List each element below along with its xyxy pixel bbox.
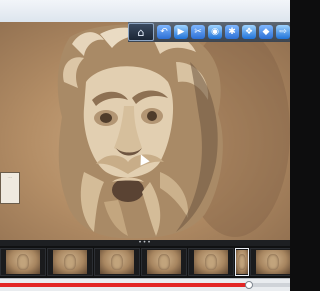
filmstrip — [0, 246, 290, 278]
export-icon[interactable]: ⇨ — [276, 23, 290, 41]
thumbnail[interactable] — [250, 248, 290, 276]
plaque-text: ····· — [7, 175, 13, 179]
photo-image — [57, 24, 290, 239]
thumbnail-active[interactable] — [235, 248, 249, 276]
thumbnail[interactable] — [0, 248, 46, 276]
crop-icon[interactable]: ✂ — [191, 23, 205, 41]
scrollbar-progress — [0, 283, 249, 287]
slideshow-icon[interactable]: ▶ — [174, 23, 188, 41]
camera-icon[interactable]: ⌂ — [128, 23, 154, 41]
filmstrip-scrollbar[interactable] — [0, 278, 290, 291]
thumbnail[interactable] — [47, 248, 93, 276]
editing-toolbar: ⌂ ↶ ▶ ✂ ◉ ✱ ❖ ◆ ⇨ — [128, 22, 290, 42]
thumbnail[interactable] — [188, 248, 234, 276]
scrollbar-thumb[interactable] — [245, 281, 253, 289]
share-icon[interactable]: ◆ — [259, 23, 273, 41]
thumbnail[interactable] — [94, 248, 140, 276]
thumbnail[interactable] — [141, 248, 187, 276]
window-top-strip — [0, 0, 290, 23]
rotate-icon[interactable]: ↶ — [157, 23, 171, 41]
effects-icon[interactable]: ❖ — [242, 23, 256, 41]
wall-plaque: ····· — [0, 172, 20, 204]
redeye-icon[interactable]: ◉ — [208, 23, 222, 41]
photo-viewer[interactable]: ····· — [0, 22, 290, 240]
adjust-icon[interactable]: ✱ — [225, 23, 239, 41]
